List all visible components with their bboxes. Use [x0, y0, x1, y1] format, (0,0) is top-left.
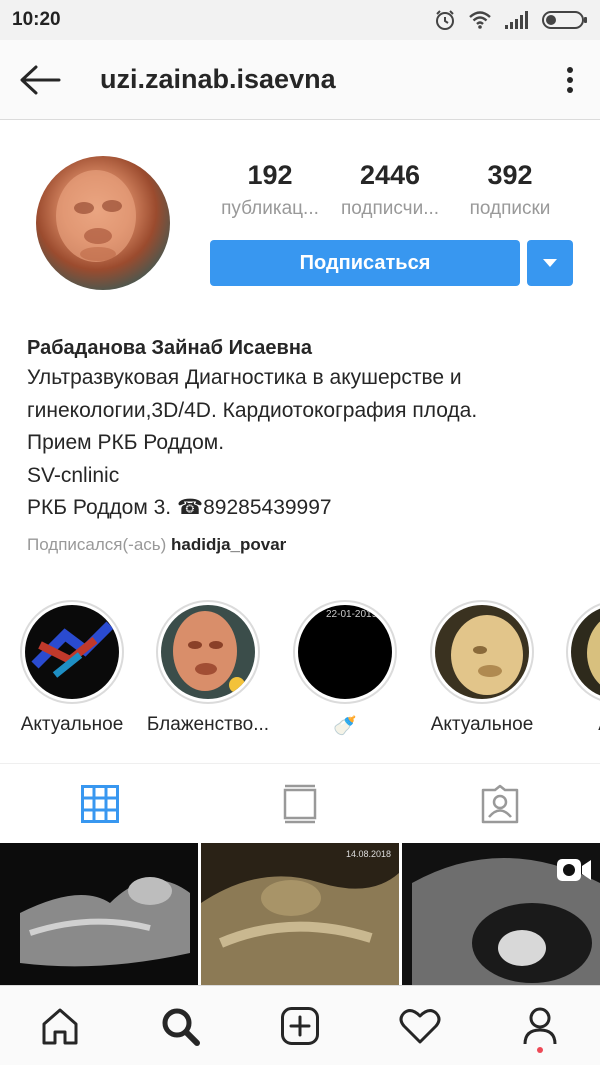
status-icons	[434, 9, 588, 31]
tab-tagged[interactable]	[400, 764, 600, 843]
followed-by-user[interactable]: hadidja_povar	[171, 535, 286, 554]
post-thumbnail[interactable]: 14.08.2018	[201, 843, 399, 985]
highlight-item[interactable]: Актуальное	[2, 600, 142, 736]
more-options-button[interactable]	[558, 62, 582, 98]
post-image	[201, 843, 399, 985]
back-arrow-icon	[20, 65, 61, 94]
followed-by[interactable]: Подписался(-ась) hadidja_povar	[27, 533, 587, 557]
stat-following-label: подписки	[469, 198, 551, 219]
nav-home[interactable]	[0, 986, 120, 1065]
stat-posts-label: публикац...	[221, 198, 319, 219]
more-vertical-icon	[567, 67, 573, 93]
status-bar: 10:20	[0, 0, 600, 40]
highlight-cover	[25, 605, 119, 699]
highlight-label: Актуальное	[430, 714, 534, 735]
posts-grid: 14.08.2018	[0, 843, 600, 985]
highlight-label: Актуальное	[20, 714, 124, 735]
profile-tabs	[0, 763, 600, 843]
highlight-label: Блаженство...	[146, 714, 270, 735]
feed-icon	[283, 784, 317, 823]
profile-bio: Рабаданова Зайнаб Исаевна Ультразвуковая…	[27, 334, 587, 557]
signal-icon	[505, 11, 528, 29]
highlight-ring: 22-01-2019	[293, 600, 397, 704]
notification-dot	[537, 1047, 543, 1053]
profile-stats: 192 публикац... 2446 подписчи... 392 под…	[210, 156, 570, 220]
heart-icon	[399, 1008, 441, 1043]
profile-avatar[interactable]	[36, 156, 170, 290]
caret-down-icon	[543, 259, 557, 267]
highlight-label: 🍼	[333, 716, 357, 737]
highlight-cover	[161, 605, 255, 699]
highlight-label: Акту	[548, 714, 600, 736]
stat-following[interactable]: 392 подписки	[450, 156, 570, 220]
suggestions-dropdown-button[interactable]	[527, 240, 573, 286]
status-time: 10:20	[12, 9, 61, 30]
bio-line: Ультразвуковая Диагностика в акушерстве …	[27, 366, 462, 389]
search-icon	[162, 1008, 200, 1046]
stat-posts[interactable]: 192 публикац...	[210, 156, 330, 220]
bottom-navigation	[0, 985, 600, 1065]
highlight-cover	[435, 605, 529, 699]
bio-line: SV-cnlinic	[27, 463, 120, 487]
bio-line: РКБ Роддом 3. ☎89285439997	[27, 496, 332, 519]
profile-full-name: Рабаданова Зайнаб Исаевна	[27, 337, 313, 359]
nav-new-post[interactable]	[240, 986, 360, 1065]
highlight-ring	[566, 600, 600, 704]
home-icon	[42, 1008, 78, 1044]
post-image	[0, 843, 198, 985]
bio-line: Прием РКБ Роддом.	[27, 431, 225, 454]
highlight-ring	[430, 600, 534, 704]
highlight-item[interactable]: Актуальное	[412, 600, 552, 736]
wifi-icon	[469, 11, 491, 29]
follow-button[interactable]: Подписаться	[210, 240, 520, 286]
back-button[interactable]	[0, 40, 80, 120]
tab-feed[interactable]	[200, 764, 400, 843]
video-camera-icon	[557, 859, 591, 881]
nav-search[interactable]	[120, 986, 240, 1065]
highlight-cover: 22-01-2019	[298, 605, 392, 699]
highlight-item[interactable]: Акту	[548, 600, 600, 736]
post-thumbnail[interactable]	[402, 843, 600, 985]
highlight-date-text: 22-01-2019	[326, 609, 378, 620]
tab-grid[interactable]	[0, 764, 200, 843]
add-post-icon	[281, 1006, 319, 1045]
nav-activity[interactable]	[360, 986, 480, 1065]
tagged-person-icon	[481, 784, 519, 823]
highlight-item[interactable]: 22-01-2019 🍼	[275, 600, 415, 738]
profile-icon	[523, 1007, 557, 1044]
bio-line: гинекологии,3D/4D. Кардиотокография плод…	[27, 398, 478, 422]
battery-icon	[542, 11, 587, 29]
grid-icon	[81, 784, 119, 823]
stat-followers-label: подписчи...	[340, 198, 440, 219]
post-thumbnail[interactable]	[0, 843, 198, 985]
followed-by-prefix: Подписался(-ась)	[27, 534, 167, 554]
stat-following-count: 392	[487, 160, 533, 190]
story-highlights: Актуальное Блаженство... 22-01-2019 🍼 Ак…	[0, 600, 600, 750]
stat-posts-count: 192	[247, 160, 293, 190]
avatar-image	[56, 170, 136, 262]
highlight-item[interactable]: Блаженство...	[138, 600, 278, 736]
nav-profile[interactable]	[480, 986, 600, 1065]
highlight-cover	[571, 605, 600, 699]
highlight-ring	[156, 600, 260, 704]
highlight-ring	[20, 600, 124, 704]
stat-followers[interactable]: 2446 подписчи...	[330, 156, 450, 220]
profile-username: uzi.zainab.isaevna	[100, 64, 336, 94]
profile-header: uzi.zainab.isaevna	[0, 40, 600, 120]
post-date-text: 14.08.2018	[345, 849, 391, 859]
stat-followers-count: 2446	[359, 160, 421, 190]
alarm-icon	[436, 10, 454, 30]
